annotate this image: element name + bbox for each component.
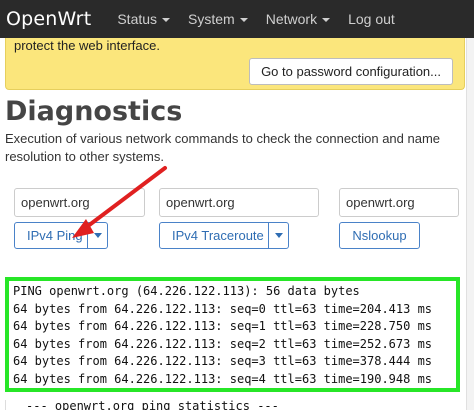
traceroute-dropdown-toggle[interactable] bbox=[268, 223, 288, 248]
output-line: 64 bytes from 64.226.122.113: seq=4 ttl=… bbox=[13, 371, 433, 386]
output-line: PING openwrt.org (64.226.122.113): 56 da… bbox=[13, 284, 360, 298]
nav-status[interactable]: Status bbox=[117, 11, 171, 27]
password-config-button[interactable]: Go to password configuration... bbox=[249, 58, 453, 85]
traceroute-button-label: IPv4 Traceroute bbox=[172, 228, 264, 243]
nslookup-host-input[interactable] bbox=[339, 188, 459, 217]
output-line: 64 bytes from 64.226.122.113: seq=0 ttl=… bbox=[13, 301, 433, 316]
password-warning-alert: protect the web interface. Go to passwor… bbox=[5, 38, 465, 90]
output-line: 64 bytes from 64.226.122.113: seq=1 ttl=… bbox=[13, 319, 433, 334]
ping-button[interactable]: IPv4 Ping bbox=[14, 222, 108, 249]
nslookup-button[interactable]: Nslookup bbox=[339, 222, 420, 249]
nav-logout-label: Log out bbox=[348, 11, 395, 27]
output-line: 64 bytes from 64.226.122.113: seq=3 ttl=… bbox=[13, 354, 433, 369]
nav-status-label: Status bbox=[117, 11, 158, 27]
traceroute-button[interactable]: IPv4 Traceroute bbox=[159, 222, 289, 249]
ping-button-label: IPv4 Ping bbox=[27, 228, 83, 243]
ping-dropdown-toggle[interactable] bbox=[87, 223, 107, 248]
chevron-down-icon bbox=[93, 233, 102, 238]
output-line: 64 bytes from 64.226.122.113: seq=2 ttl=… bbox=[13, 336, 433, 351]
chevron-down-icon bbox=[162, 18, 171, 22]
brand-logo[interactable]: OpenWrt bbox=[6, 8, 91, 30]
traceroute-host-input[interactable] bbox=[159, 188, 319, 217]
nslookup-button-label: Nslookup bbox=[352, 228, 407, 243]
nav-system-label: System bbox=[188, 11, 235, 27]
chevron-down-icon bbox=[322, 18, 331, 22]
nav-system[interactable]: System bbox=[188, 11, 248, 27]
scrollbar[interactable] bbox=[466, 38, 474, 410]
chevron-down-icon bbox=[274, 233, 283, 238]
top-navbar: OpenWrt Status System Network Log out bbox=[0, 0, 474, 38]
page-description: Execution of various network commands to… bbox=[5, 131, 441, 164]
ping-host-input[interactable] bbox=[14, 188, 145, 217]
nav-network[interactable]: Network bbox=[265, 11, 331, 27]
output-statistics-line: --- openwrt.org ping statistics --- bbox=[5, 400, 465, 410]
chevron-down-icon bbox=[239, 18, 248, 22]
nav-logout[interactable]: Log out bbox=[348, 11, 395, 27]
nav-network-label: Network bbox=[265, 11, 318, 27]
alert-text: protect the web interface. bbox=[14, 38, 160, 53]
page-title: Diagnostics bbox=[5, 96, 183, 127]
command-output: PING openwrt.org (64.226.122.113): 56 da… bbox=[5, 277, 460, 392]
